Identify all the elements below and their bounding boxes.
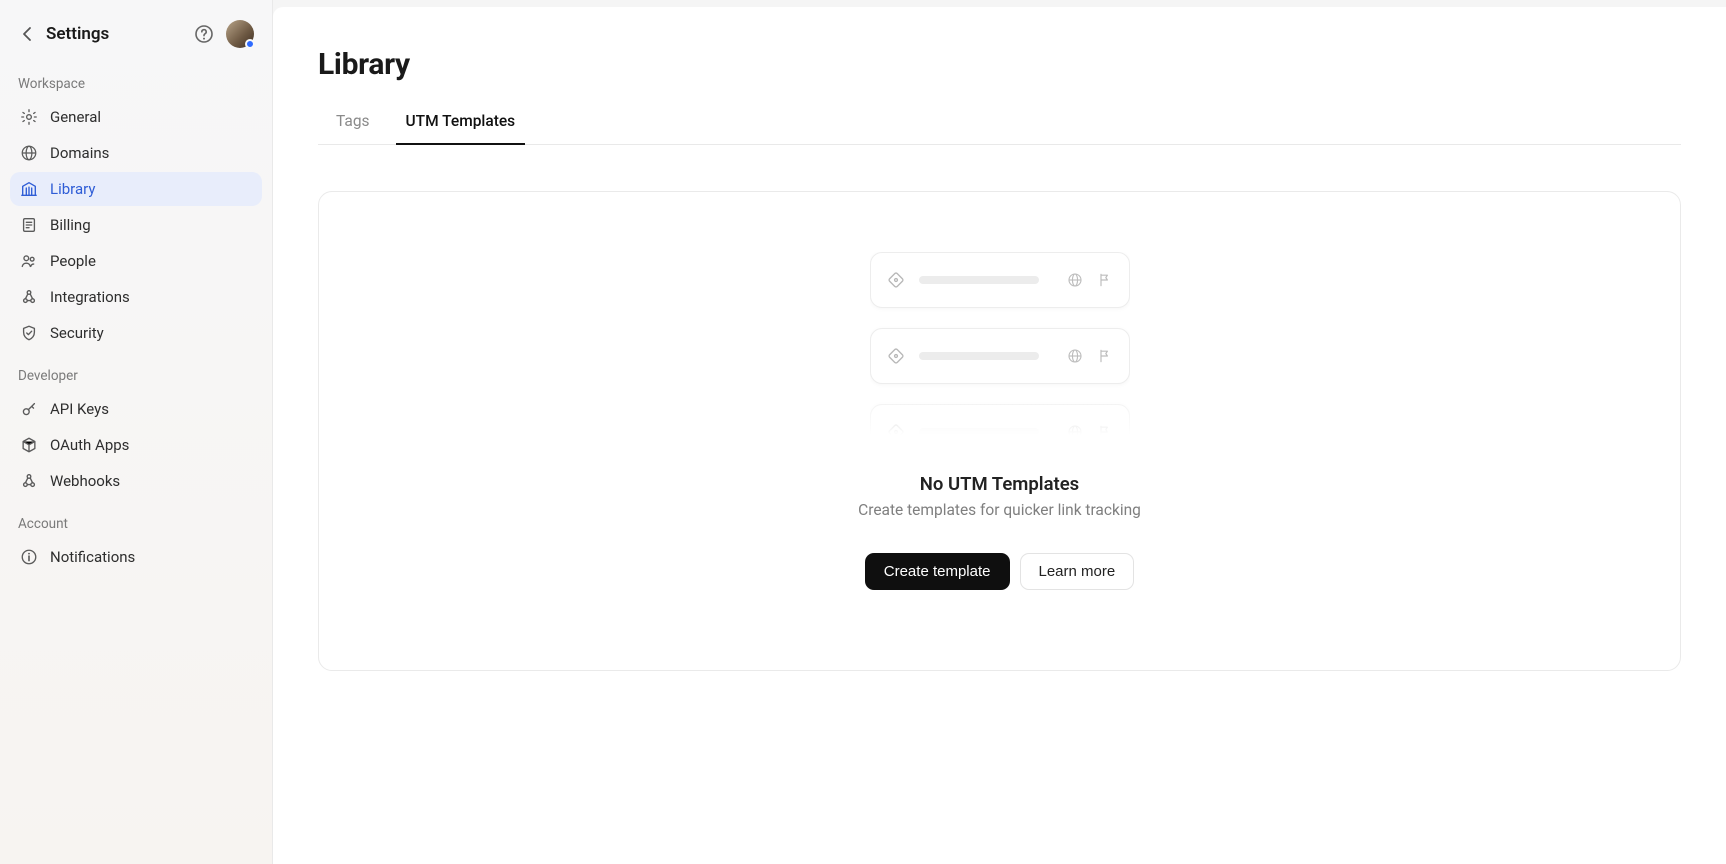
sidebar: Settings Workspace General Domains Library B…	[0, 0, 273, 864]
tabs: Tags UTM Templates	[318, 106, 1681, 145]
flag-icon	[1097, 424, 1113, 440]
sidebar-item-security[interactable]: Security	[10, 316, 262, 350]
sidebar-item-notifications[interactable]: Notifications	[10, 540, 262, 574]
shield-icon	[20, 324, 38, 342]
sidebar-item-label: Library	[50, 180, 95, 198]
sidebar-item-integrations[interactable]: Integrations	[10, 280, 262, 314]
presence-dot-icon	[245, 39, 255, 49]
flag-icon	[1097, 272, 1113, 288]
sidebar-item-library[interactable]: Library	[10, 172, 262, 206]
sidebar-section-label: Account	[10, 498, 262, 540]
help-icon[interactable]	[194, 24, 214, 44]
sidebar-item-api-keys[interactable]: API Keys	[10, 392, 262, 426]
sidebar-section-label: Developer	[10, 350, 262, 392]
placeholder-bar	[919, 276, 1039, 284]
sidebar-item-general[interactable]: General	[10, 100, 262, 134]
learn-more-button[interactable]: Learn more	[1020, 553, 1135, 590]
gear-icon	[20, 108, 38, 126]
tab-tags[interactable]: Tags	[336, 106, 370, 144]
sidebar-header: Settings	[10, 16, 262, 58]
webhook-icon	[20, 288, 38, 306]
people-icon	[20, 252, 38, 270]
avatar[interactable]	[226, 20, 254, 48]
illustration-row	[870, 252, 1130, 308]
sidebar-item-domains[interactable]: Domains	[10, 136, 262, 170]
illustration-row	[870, 404, 1130, 447]
sidebar-item-label: Domains	[50, 144, 109, 162]
empty-state-title: No UTM Templates	[920, 473, 1079, 495]
sidebar-item-label: Security	[50, 324, 104, 342]
empty-state-actions: Create template Learn more	[865, 553, 1134, 590]
back-icon[interactable]	[18, 24, 38, 44]
globe-icon	[1067, 272, 1083, 288]
diamond-icon	[887, 423, 905, 441]
content-card: No UTM Templates Create templates for qu…	[318, 191, 1681, 671]
create-template-button[interactable]: Create template	[865, 553, 1010, 590]
cube-icon	[20, 436, 38, 454]
sidebar-section-label: Workspace	[10, 58, 262, 100]
sidebar-item-oauth-apps[interactable]: OAuth Apps	[10, 428, 262, 462]
empty-state-subtitle: Create templates for quicker link tracki…	[858, 501, 1141, 519]
placeholder-bar	[919, 352, 1039, 360]
illustration-row	[870, 328, 1130, 384]
page-title: Library	[318, 47, 1681, 82]
sidebar-item-label: Billing	[50, 216, 91, 234]
tab-utm-templates[interactable]: UTM Templates	[406, 106, 516, 144]
settings-title: Settings	[46, 24, 109, 44]
receipt-icon	[20, 216, 38, 234]
library-icon	[20, 180, 38, 198]
main: Library TagsUTM Templates No	[273, 7, 1726, 864]
sidebar-item-label: Notifications	[50, 548, 135, 566]
globe-icon	[1067, 348, 1083, 364]
diamond-icon	[887, 347, 905, 365]
placeholder-bar	[919, 428, 1039, 436]
globe-icon	[1067, 424, 1083, 440]
flag-icon	[1097, 348, 1113, 364]
sidebar-item-billing[interactable]: Billing	[10, 208, 262, 242]
webhook-icon	[20, 472, 38, 490]
sidebar-item-label: People	[50, 252, 96, 270]
empty-state-illustration	[870, 252, 1130, 447]
sidebar-item-label: API Keys	[50, 400, 109, 418]
diamond-icon	[887, 271, 905, 289]
sidebar-item-label: Webhooks	[50, 472, 120, 490]
sidebar-item-webhooks[interactable]: Webhooks	[10, 464, 262, 498]
info-icon	[20, 548, 38, 566]
key-icon	[20, 400, 38, 418]
sidebar-item-people[interactable]: People	[10, 244, 262, 278]
sidebar-item-label: General	[50, 108, 101, 126]
globe-icon	[20, 144, 38, 162]
sidebar-item-label: Integrations	[50, 288, 130, 306]
sidebar-item-label: OAuth Apps	[50, 436, 129, 454]
